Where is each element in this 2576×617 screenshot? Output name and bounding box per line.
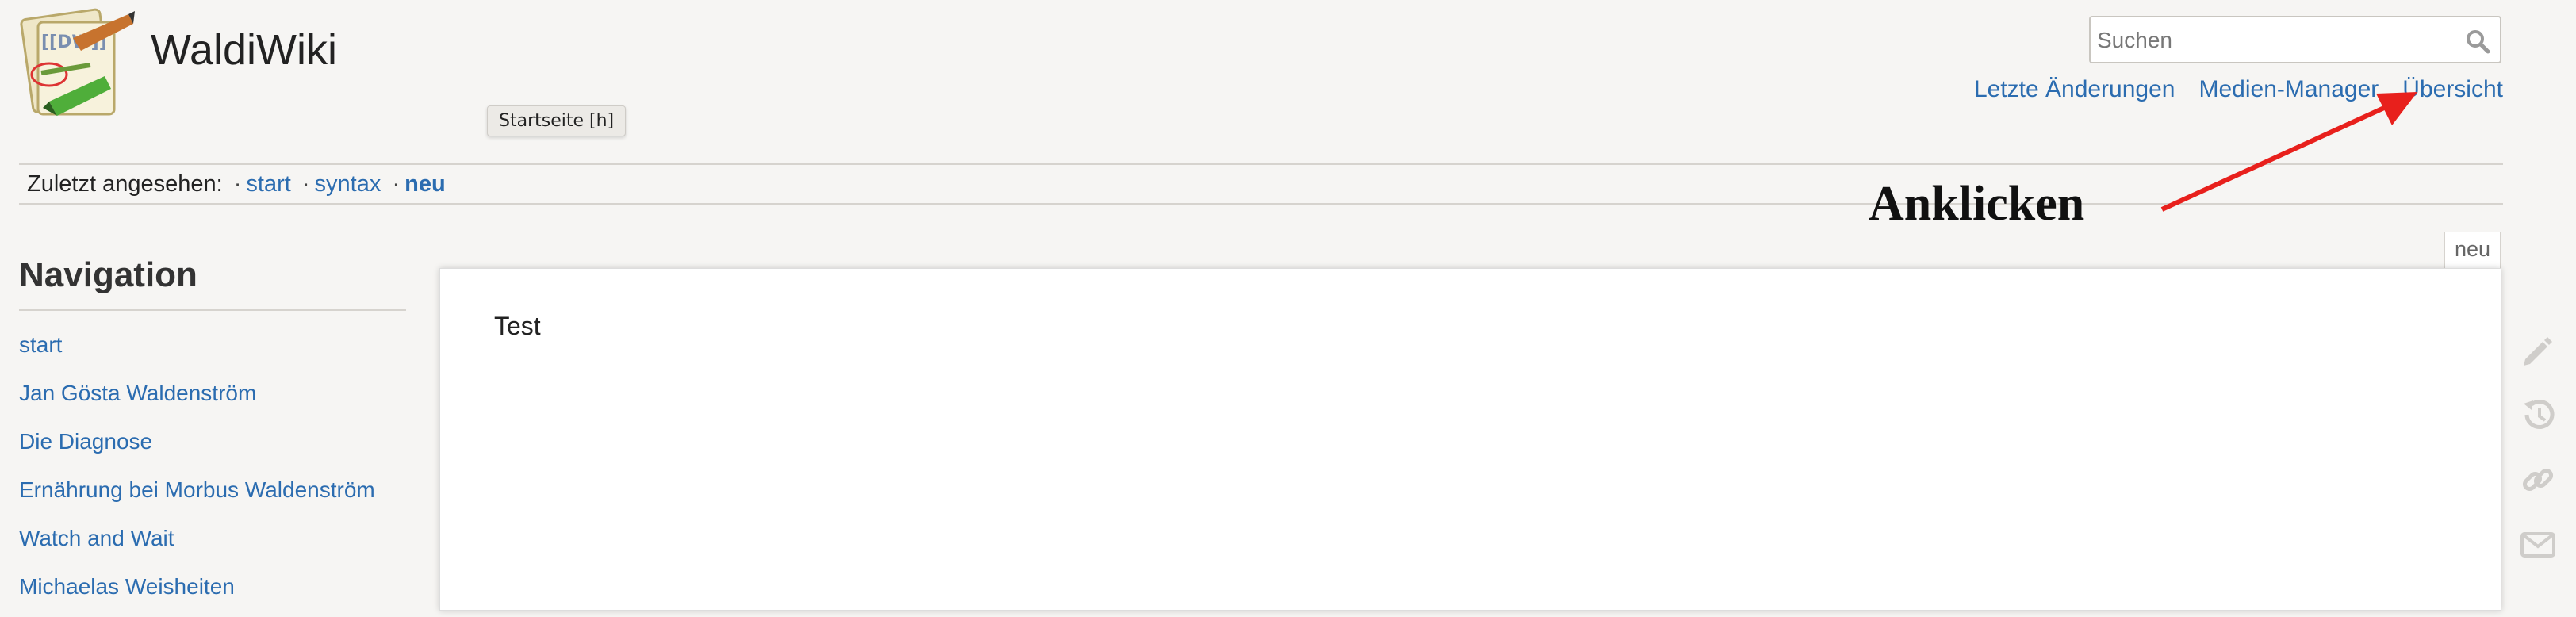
- breadcrumb-label: Zuletzt angesehen:: [27, 171, 223, 197]
- header-divider: [19, 163, 2503, 165]
- annotation-text: Anklicken: [1869, 177, 2085, 231]
- sidebar-item-watch-and-wait[interactable]: Watch and Wait: [19, 526, 174, 550]
- page-content: Test: [439, 268, 2501, 611]
- breadcrumb-divider: [19, 203, 2503, 205]
- sidebar-item-weisheiten[interactable]: Michaelas Weisheiten: [19, 574, 235, 599]
- sidebar-item-diagnose[interactable]: Die Diagnose: [19, 429, 152, 454]
- mail-icon: [2520, 532, 2555, 558]
- sidebar-item-start[interactable]: start: [19, 332, 62, 357]
- search-box: [2089, 16, 2501, 63]
- site-title[interactable]: WaldiWiki: [151, 25, 337, 75]
- page-id-label: neu: [2444, 232, 2501, 268]
- breadcrumb: Zuletzt angesehen: · start · syntax · neu: [27, 171, 446, 197]
- sidebar-title: Navigation: [19, 255, 197, 294]
- breadcrumb-separator: ·: [301, 171, 310, 197]
- sidebar-item-ernaehrung[interactable]: Ernährung bei Morbus Waldenström: [19, 477, 375, 502]
- breadcrumb-start[interactable]: start: [246, 171, 290, 197]
- search-icon[interactable]: [2465, 29, 2490, 54]
- sidebar-item-waldenstroem[interactable]: Jan Gösta Waldenström: [19, 381, 256, 405]
- edit-page-button[interactable]: [2514, 317, 2562, 382]
- old-revisions-button[interactable]: [2514, 382, 2562, 447]
- annotation-arrow: [2160, 92, 2417, 212]
- pencil-icon: [2524, 337, 2552, 366]
- breadcrumb-separator: ·: [233, 171, 242, 197]
- breadcrumb-syntax[interactable]: syntax: [315, 171, 381, 197]
- sidebar-nav: start Jan Gösta Waldenström Die Diagnose…: [19, 327, 375, 617]
- home-tooltip: Startseite [h]: [487, 105, 627, 136]
- search-input[interactable]: [2095, 25, 2448, 56]
- page-text: Test: [494, 312, 541, 340]
- backlinks-button[interactable]: [2514, 447, 2562, 512]
- subscribe-button[interactable]: [2514, 512, 2562, 577]
- breadcrumb-separator: ·: [392, 171, 401, 197]
- sidebar-divider: [19, 309, 406, 311]
- history-icon: [2524, 400, 2555, 429]
- link-icon: [2522, 468, 2554, 492]
- breadcrumb-neu[interactable]: neu: [404, 171, 446, 197]
- dokuwiki-logo[interactable]: [[DW]]: [17, 6, 136, 125]
- page-tools: [2514, 317, 2562, 577]
